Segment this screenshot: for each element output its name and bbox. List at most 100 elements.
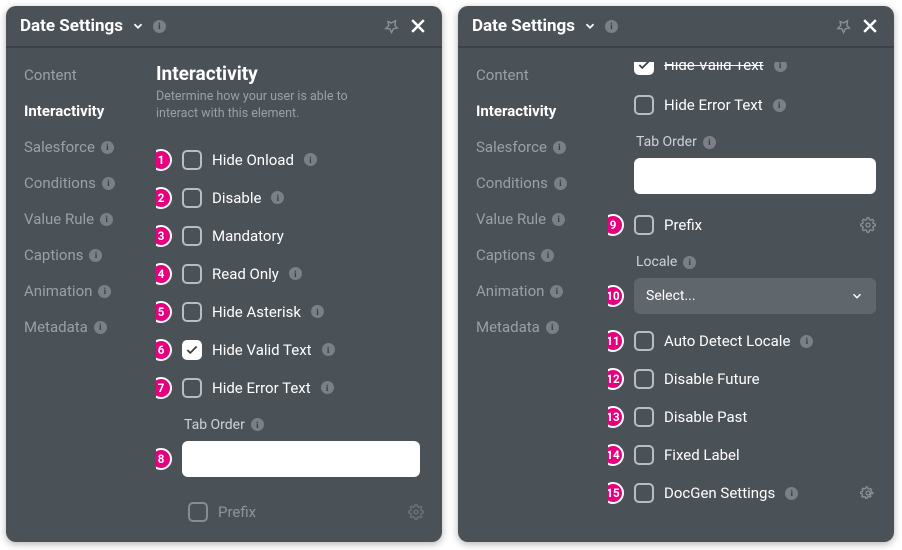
close-icon[interactable]: [860, 16, 880, 36]
info-icon[interactable]: i: [554, 177, 567, 190]
panel-content: Interactivity Determine how your user is…: [156, 48, 442, 542]
info-icon[interactable]: i: [102, 177, 115, 190]
sidebar-item-conditions[interactable]: Conditions i: [24, 174, 156, 192]
info-icon[interactable]: i: [251, 418, 264, 431]
locale-select-value: Select...: [646, 288, 696, 304]
sidebar-item-content[interactable]: Content: [476, 66, 608, 84]
hide-error-text-checkbox[interactable]: [634, 95, 654, 115]
info-icon[interactable]: i: [94, 321, 107, 334]
sidebar-item-label: Captions: [476, 246, 535, 264]
sidebar-item-metadata[interactable]: Metadata i: [24, 318, 156, 336]
gear-icon[interactable]: [860, 217, 876, 233]
option-label: Auto Detect Locale: [664, 332, 790, 350]
disable-checkbox[interactable]: [182, 188, 202, 208]
read-only-checkbox[interactable]: [182, 264, 202, 284]
info-icon[interactable]: i: [101, 141, 114, 154]
pin-icon[interactable]: [835, 18, 852, 35]
fixed-label-checkbox[interactable]: [634, 445, 654, 465]
auto-detect-locale-checkbox[interactable]: [634, 331, 654, 351]
panel-title[interactable]: Date Settings: [20, 16, 123, 36]
hide-asterisk-checkbox[interactable]: [182, 302, 202, 322]
info-icon[interactable]: i: [541, 249, 554, 262]
hide-valid-text-checkbox[interactable]: [634, 62, 654, 75]
callout-marker: 8: [156, 448, 172, 470]
panel-header: Date Settings i: [6, 6, 442, 48]
tab-order-input[interactable]: [634, 158, 876, 194]
sidebar-item-animation[interactable]: Animationi: [476, 282, 608, 300]
info-icon[interactable]: i: [550, 285, 563, 298]
info-icon[interactable]: i: [546, 321, 559, 334]
panel-content: Hide Valid Text i Hide Error Text i Tab …: [608, 48, 894, 542]
sidebar-item-salesforce[interactable]: Salesforcei: [24, 138, 156, 156]
sidebar-item-content[interactable]: Content: [24, 66, 156, 84]
info-icon[interactable]: i: [774, 62, 787, 72]
locale-select[interactable]: Select...: [634, 278, 876, 314]
tab-order-label: Tab Order: [184, 417, 245, 433]
section-desc: Determine how your user is able to inter…: [156, 89, 386, 123]
sidebar-item-label: Conditions: [24, 174, 96, 192]
prefix-checkbox[interactable]: [188, 502, 208, 522]
gear-icon[interactable]: [860, 485, 876, 501]
sidebar-item-label: Animation: [24, 282, 92, 300]
tab-order-input[interactable]: [182, 441, 420, 477]
sidebar-item-captions[interactable]: Captionsi: [24, 246, 156, 264]
info-icon[interactable]: i: [553, 141, 566, 154]
prefix-label: Prefix: [218, 503, 256, 521]
info-icon[interactable]: i: [552, 213, 565, 226]
prefix-checkbox[interactable]: [634, 215, 654, 235]
gear-icon[interactable]: [408, 504, 424, 520]
hide-error-text-checkbox[interactable]: [182, 378, 202, 398]
sidebar-item-interactivity[interactable]: Interactivity: [24, 102, 156, 120]
sidebar-item-value-rule[interactable]: Value Rule i: [24, 210, 156, 228]
option-label: Read Only: [212, 265, 279, 283]
option-row: 6Hide Valid Texti: [156, 331, 430, 369]
sidebar-item-value-rule[interactable]: Value Rulei: [476, 210, 608, 228]
sidebar-item-interactivity[interactable]: Interactivity: [476, 102, 608, 120]
info-icon[interactable]: i: [321, 381, 334, 394]
info-icon[interactable]: i: [322, 343, 335, 356]
info-icon[interactable]: i: [311, 305, 324, 318]
callout-marker: 3: [156, 225, 172, 247]
sidebar-item-salesforce[interactable]: Salesforcei: [476, 138, 608, 156]
mandatory-checkbox[interactable]: [182, 226, 202, 246]
disable-future-checkbox[interactable]: [634, 369, 654, 389]
callout-marker: 11: [608, 330, 624, 352]
settings-panel-1: Date Settings i ContentInteractivitySale…: [6, 6, 442, 542]
sidebar-item-conditions[interactable]: Conditionsi: [476, 174, 608, 192]
sidebar-item-captions[interactable]: Captions i: [476, 246, 608, 264]
info-icon[interactable]: i: [89, 249, 102, 262]
panel-title[interactable]: Date Settings: [472, 16, 575, 36]
section-title: Interactivity: [156, 62, 430, 85]
info-icon[interactable]: i: [683, 256, 696, 269]
callout-marker: 6: [156, 339, 172, 361]
info-icon[interactable]: i: [703, 136, 716, 149]
info-icon[interactable]: i: [605, 20, 618, 33]
info-icon[interactable]: i: [153, 20, 166, 33]
sidebar: Content Interactivity Salesforcei Condition…: [458, 48, 608, 542]
hide-valid-text-checkbox[interactable]: [182, 340, 202, 360]
disable-past-checkbox[interactable]: [634, 407, 654, 427]
hide-onload-checkbox[interactable]: [182, 150, 202, 170]
pin-icon[interactable]: [383, 18, 400, 35]
info-icon[interactable]: i: [304, 153, 317, 166]
option-label: Fixed Label: [664, 446, 740, 464]
option-label: Hide Onload: [212, 151, 294, 169]
sidebar-item-label: Metadata: [24, 318, 88, 336]
option-row: 12Disable Future: [608, 360, 882, 398]
sidebar-item-metadata[interactable]: Metadatai: [476, 318, 608, 336]
chevron-down-icon[interactable]: [131, 19, 145, 33]
sidebar-item-animation[interactable]: Animation i: [24, 282, 156, 300]
info-icon[interactable]: i: [100, 213, 113, 226]
chevron-down-icon[interactable]: [583, 19, 597, 33]
info-icon[interactable]: i: [98, 285, 111, 298]
info-icon[interactable]: i: [271, 191, 284, 204]
info-icon[interactable]: i: [800, 335, 813, 348]
info-icon[interactable]: i: [785, 487, 798, 500]
info-icon[interactable]: i: [773, 99, 786, 112]
sidebar-item-label: Value Rule: [24, 210, 94, 228]
docgen-settings-checkbox[interactable]: [634, 483, 654, 503]
option-label: Disable Future: [664, 370, 760, 388]
info-icon[interactable]: i: [289, 267, 302, 280]
close-icon[interactable]: [408, 16, 428, 36]
sidebar-item-label: Interactivity: [24, 102, 104, 120]
